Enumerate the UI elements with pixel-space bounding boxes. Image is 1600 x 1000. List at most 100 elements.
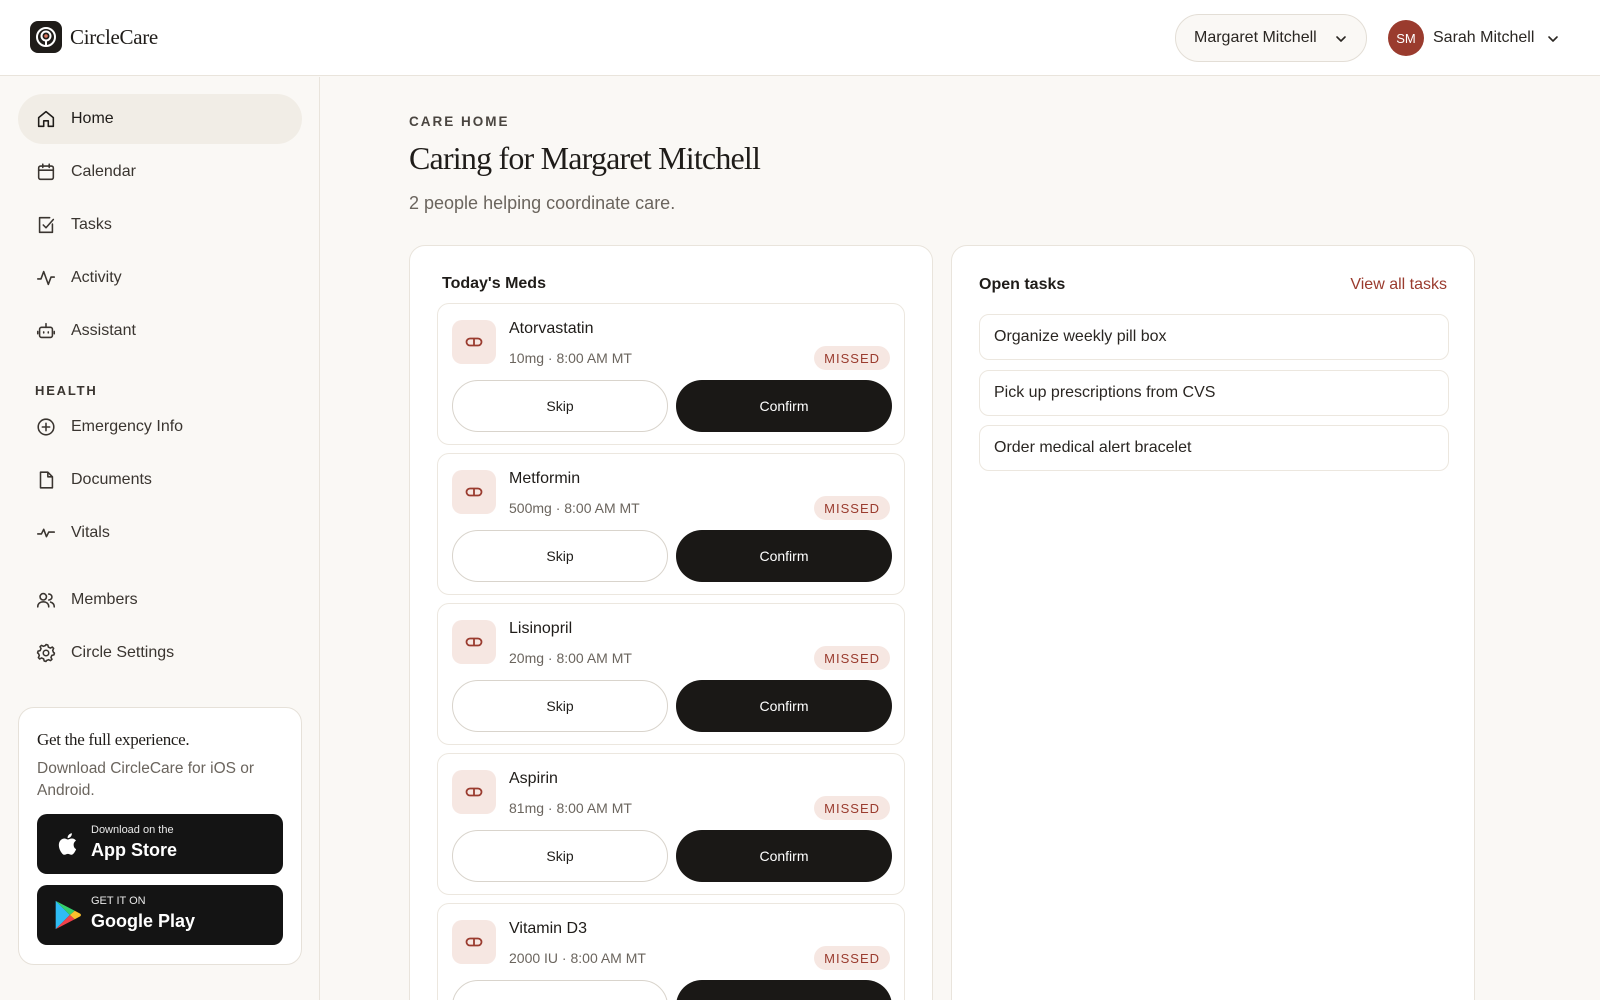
vitals-icon (36, 528, 56, 538)
pill-icon (452, 770, 496, 814)
med-item-atorvastatin: Atorvastatin 10mg · 8:00 AM MT MISSED Sk… (437, 303, 905, 445)
task-item[interactable]: Organize weekly pill box (979, 314, 1449, 360)
sidebar-item-label: Activity (71, 269, 122, 286)
pill-icon (452, 320, 496, 364)
promo-text: Download CircleCare for iOS or Android. (37, 760, 255, 799)
chevron-down-icon (1336, 36, 1346, 42)
med-dose: 81mg · 8:00 AM MT (509, 800, 632, 816)
robot-icon (36, 322, 56, 339)
view-all-tasks-link[interactable]: View all tasks (1350, 276, 1447, 294)
skip-button[interactable]: Skip (452, 380, 668, 432)
app-store-big-text: App Store (91, 840, 178, 860)
members-icon (36, 592, 56, 608)
sidebar-item-home[interactable]: Home (18, 94, 302, 144)
todays-meds-card: Today's Meds Atorvastatin 10mg · 8:00 AM… (409, 245, 933, 1000)
google-play-big-text: Google Play (91, 911, 196, 931)
skip-button[interactable]: Skip (452, 980, 668, 1000)
skip-button[interactable]: Skip (452, 830, 668, 882)
med-dose: 2000 IU · 8:00 AM MT (509, 950, 646, 966)
page-eyebrow: CARE HOME (409, 114, 510, 129)
google-play-icon (55, 900, 81, 930)
sidebar-item-label: Emergency Info (71, 418, 184, 435)
sidebar-item-assistant[interactable]: Assistant (18, 306, 302, 356)
med-item-vitamin-d3: Vitamin D3 2000 IU · 8:00 AM MT MISSED S… (437, 903, 905, 1000)
sidebar-item-vitals[interactable]: Vitals (18, 508, 302, 558)
sidebar: Home Calendar Tasks Activity Assistant H… (0, 77, 320, 1000)
confirm-button[interactable]: Confirm (676, 980, 892, 1000)
app-store-small-text: Download on the (91, 824, 174, 836)
open-tasks-card: Open tasks View all tasks Organize weekl… (951, 245, 1475, 1000)
sidebar-item-label: Circle Settings (71, 644, 175, 661)
task-check-icon (38, 216, 55, 234)
care-recipient-name: Margaret Mitchell (1194, 29, 1317, 46)
avatar: SM (1388, 20, 1424, 56)
sidebar-item-label: Calendar (71, 163, 136, 180)
tasks-card-title: Open tasks (979, 276, 1066, 293)
skip-button[interactable]: Skip (452, 530, 668, 582)
google-play-button[interactable]: GET IT ON Google Play (37, 885, 283, 945)
sidebar-item-label: Tasks (71, 216, 112, 233)
brand-name: CircleCare (70, 24, 158, 49)
app-store-button[interactable]: Download on the App Store (37, 814, 283, 874)
med-item-metformin: Metformin 500mg · 8:00 AM MT MISSED Skip… (437, 453, 905, 595)
section-heading-health: HEALTH (35, 383, 98, 398)
user-menu[interactable]: SM Sarah Mitchell (1388, 20, 1560, 56)
status-badge: MISSED (814, 346, 890, 370)
sidebar-item-activity[interactable]: Activity (18, 253, 302, 303)
confirm-button[interactable]: Confirm (676, 530, 892, 582)
sidebar-item-members[interactable]: Members (18, 575, 302, 625)
page-subtitle: 2 people helping coordinate care. (409, 193, 676, 213)
task-item[interactable]: Pick up prescriptions from CVS (979, 370, 1449, 416)
sidebar-item-label: Documents (71, 471, 152, 488)
logo[interactable]: CircleCare (30, 21, 158, 53)
promo-title: Get the full experience. (37, 730, 190, 749)
sidebar-item-label: Vitals (71, 524, 110, 541)
sidebar-item-circle-settings[interactable]: Circle Settings (18, 628, 302, 678)
confirm-button[interactable]: Confirm (676, 380, 892, 432)
sidebar-item-calendar[interactable]: Calendar (18, 147, 302, 197)
med-name: Lisinopril (509, 620, 573, 637)
status-badge: MISSED (814, 496, 890, 520)
med-item-aspirin: Aspirin 81mg · 8:00 AM MT MISSED Skip Co… (437, 753, 905, 895)
med-name: Vitamin D3 (509, 920, 587, 937)
sidebar-item-documents[interactable]: Documents (18, 455, 302, 505)
sidebar-item-label: Home (71, 110, 114, 127)
app-download-promo: Get the full experience. Download Circle… (18, 707, 302, 965)
gear-icon (36, 643, 56, 663)
med-dose: 10mg · 8:00 AM MT (509, 350, 632, 366)
sidebar-item-label: Members (71, 591, 138, 608)
status-badge: MISSED (814, 646, 890, 670)
task-item[interactable]: Order medical alert bracelet (979, 425, 1449, 471)
med-name: Metformin (509, 470, 581, 487)
pill-icon (452, 470, 496, 514)
apple-icon (58, 833, 77, 855)
care-recipient-select[interactable]: Margaret Mitchell (1175, 14, 1367, 62)
meds-card-title: Today's Meds (442, 275, 546, 292)
sidebar-item-tasks[interactable]: Tasks (18, 200, 302, 250)
circle-care-logo-icon (30, 21, 62, 53)
calendar-icon (37, 163, 55, 181)
skip-button[interactable]: Skip (452, 680, 668, 732)
plus-circle-icon (37, 418, 55, 436)
top-bar: CircleCare Margaret Mitchell SM Sarah Mi… (0, 0, 1600, 76)
status-badge: MISSED (814, 796, 890, 820)
sidebar-item-emergency-info[interactable]: Emergency Info (18, 402, 302, 452)
user-name: Sarah Mitchell (1433, 29, 1535, 46)
page-title: Caring for Margaret Mitchell (409, 140, 761, 176)
status-badge: MISSED (814, 946, 890, 970)
document-icon (39, 471, 54, 489)
med-item-lisinopril: Lisinopril 20mg · 8:00 AM MT MISSED Skip… (437, 603, 905, 745)
confirm-button[interactable]: Confirm (676, 830, 892, 882)
home-icon (37, 110, 55, 128)
med-dose: 500mg · 8:00 AM MT (509, 500, 640, 516)
med-name: Atorvastatin (509, 320, 594, 337)
chevron-down-icon (1548, 36, 1559, 42)
sidebar-item-label: Assistant (71, 322, 136, 339)
activity-icon (36, 270, 56, 286)
pill-icon (452, 620, 496, 664)
med-dose: 20mg · 8:00 AM MT (509, 650, 632, 666)
med-name: Aspirin (509, 770, 558, 787)
confirm-button[interactable]: Confirm (676, 680, 892, 732)
pill-icon (452, 920, 496, 964)
google-play-small-text: GET IT ON (91, 895, 146, 907)
